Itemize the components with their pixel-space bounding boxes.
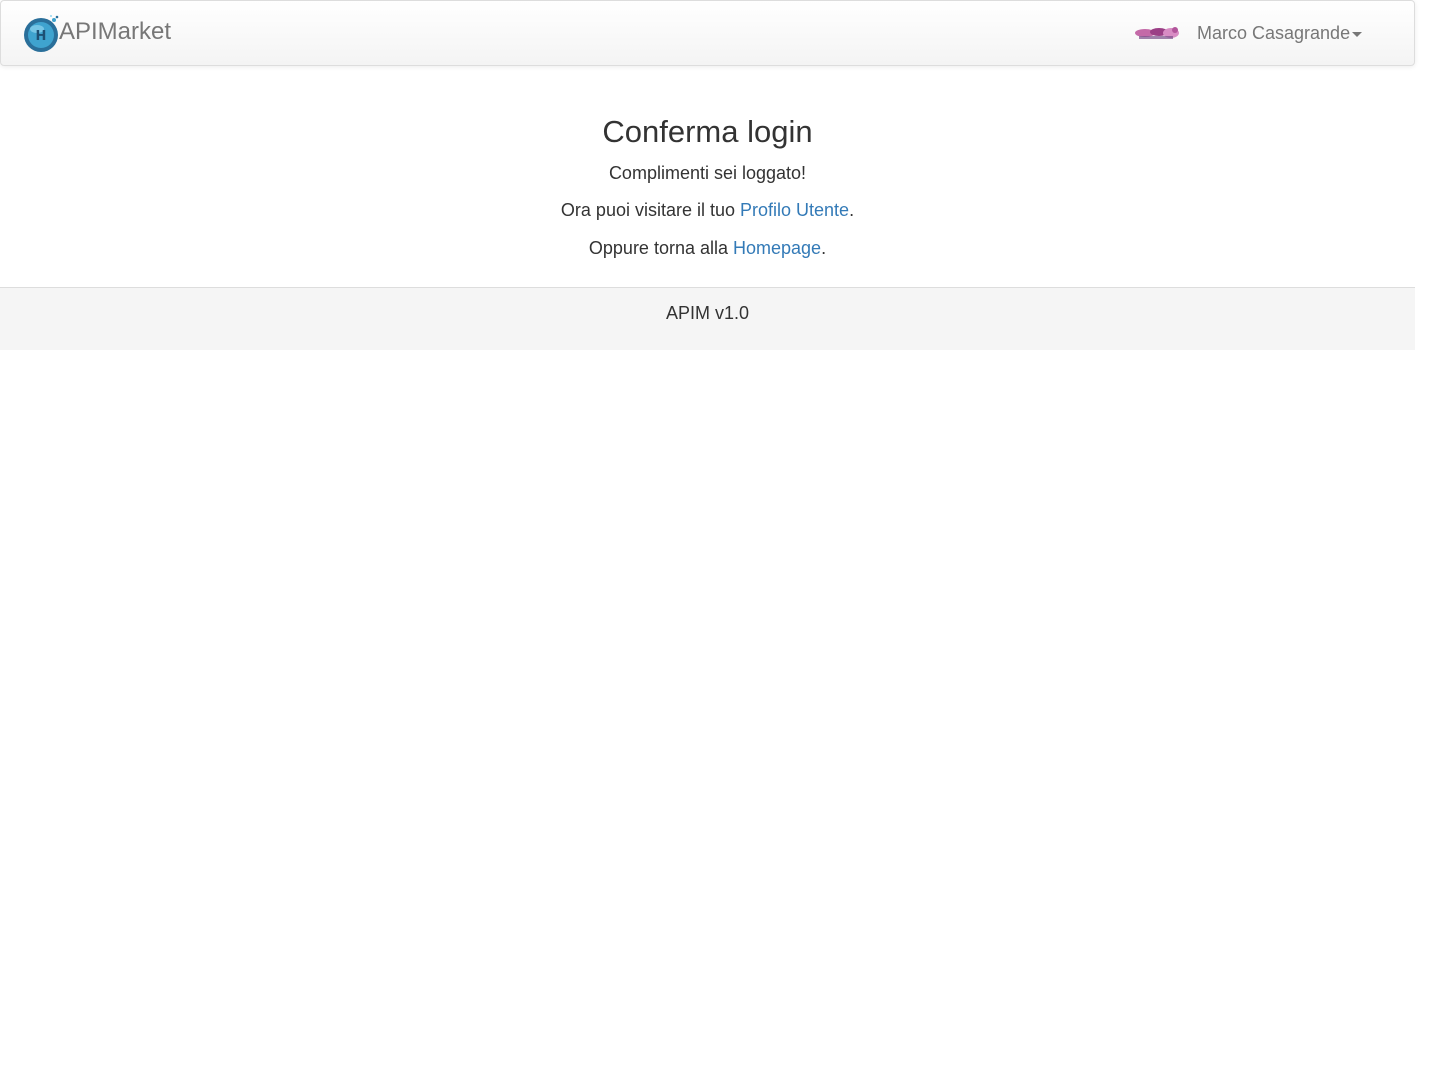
homepage-link[interactable]: Homepage <box>733 238 821 258</box>
brand-link[interactable]: H APIMarket <box>21 13 171 55</box>
home-prefix-text: Oppure torna alla <box>588 238 733 258</box>
apimarket-logo-icon: H <box>24 15 59 52</box>
login-success-message: Complimenti sei loggato! <box>608 163 807 183</box>
svg-text:H: H <box>36 29 47 44</box>
profile-suffix-text: . <box>849 200 855 220</box>
homepage-message: Oppure torna alla Homepage. <box>0 236 1415 260</box>
page-title: Conferma login <box>602 114 813 149</box>
user-avatar-icon <box>1135 27 1179 39</box>
caret-down-icon <box>1352 31 1363 37</box>
user-name-label: Marco Casagrande <box>1197 23 1351 43</box>
top-navbar: H APIMarket Marco Casagrande <box>0 0 1415 66</box>
brand-label: APIMarket <box>59 18 172 45</box>
profile-link[interactable]: Profilo Utente <box>740 200 849 220</box>
profile-prefix-text: Ora puoi visitare il tuo <box>560 200 740 220</box>
page-footer: APIM v1.0 <box>0 287 1415 350</box>
version-label: APIM v1.0 <box>665 303 750 323</box>
profile-message: Ora puoi visitare il tuo Profilo Utente. <box>0 198 1415 222</box>
home-suffix-text: . <box>821 238 827 258</box>
user-dropdown-toggle[interactable]: Marco Casagrande <box>1133 19 1363 47</box>
page: H APIMarket Marco Casagrande Conferma lo… <box>0 0 1433 1077</box>
